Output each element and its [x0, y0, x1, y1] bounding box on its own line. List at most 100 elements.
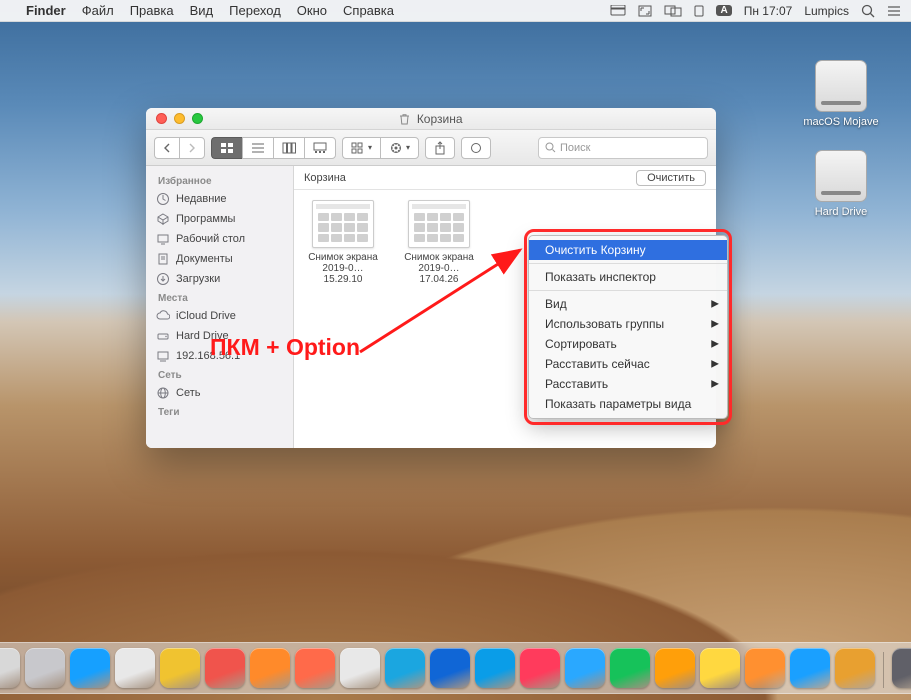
ctx-item-empty-trash[interactable]: Очистить Корзину: [529, 240, 727, 260]
globe-icon: [156, 386, 170, 400]
dock-app[interactable]: [892, 648, 911, 688]
file-name: Снимок экрана: [400, 252, 478, 263]
ctx-item-view[interactable]: Вид▶: [529, 294, 727, 314]
menu-window[interactable]: Окно: [297, 3, 327, 18]
sidebar-item-documents[interactable]: Документы: [146, 249, 293, 269]
ctx-label: Показать параметры вида: [545, 397, 691, 411]
dock-app[interactable]: [295, 648, 335, 688]
view-icons-button[interactable]: [211, 137, 242, 159]
share-button[interactable]: [425, 137, 455, 159]
input-source-badge[interactable]: A: [716, 5, 731, 16]
sidebar-item-apps[interactable]: Программы: [146, 209, 293, 229]
menubar-clock[interactable]: Пн 17:07: [744, 4, 793, 18]
ctx-item-cleanup-now[interactable]: Расставить сейчас ▶: [529, 354, 727, 374]
dock-app[interactable]: [520, 648, 560, 688]
search-icon: [545, 142, 556, 153]
sidebar-section-favorites: Избранное: [146, 172, 293, 189]
sidebar-section-locations: Места: [146, 289, 293, 306]
docs-icon: [156, 252, 170, 266]
nav-back-button[interactable]: [154, 137, 179, 159]
dock-app[interactable]: [835, 648, 875, 688]
dock-app[interactable]: [745, 648, 785, 688]
dock-app[interactable]: [385, 648, 425, 688]
downloads-icon: [156, 272, 170, 286]
search-field[interactable]: Поиск: [538, 137, 708, 159]
view-list-button[interactable]: [242, 137, 273, 159]
dock-app[interactable]: [475, 648, 515, 688]
fullscreen-button[interactable]: [192, 113, 203, 124]
ctx-item-show-inspector[interactable]: Показать инспектор: [529, 267, 727, 287]
tags-button[interactable]: [461, 137, 491, 159]
ctx-label: Расставить сейчас: [545, 357, 650, 371]
display-icon[interactable]: [664, 5, 682, 17]
sidebar-item-recent[interactable]: Недавние: [146, 189, 293, 209]
sidebar-item-icloud[interactable]: iCloud Drive: [146, 306, 293, 326]
dock: [0, 642, 911, 694]
ctx-separator: [529, 263, 727, 264]
arrange-button[interactable]: ▾: [342, 137, 380, 159]
dock-app[interactable]: [250, 648, 290, 688]
dock-app[interactable]: [790, 648, 830, 688]
ctx-label: Использовать группы: [545, 317, 664, 331]
view-columns-button[interactable]: [273, 137, 304, 159]
drive-label: macOS Mojave: [801, 116, 881, 128]
file-item[interactable]: Снимок экрана 2019-0…17.04.26: [400, 200, 478, 285]
disk-status-icon[interactable]: [610, 5, 626, 17]
menu-edit[interactable]: Правка: [130, 3, 174, 18]
notification-center-icon[interactable]: [887, 5, 901, 17]
menu-file[interactable]: Файл: [82, 3, 114, 18]
dock-app[interactable]: [25, 648, 65, 688]
sidebar-section-tags: Теги: [146, 403, 293, 420]
dock-app[interactable]: [700, 648, 740, 688]
drive-label: Hard Drive: [801, 206, 881, 218]
spotlight-icon[interactable]: [861, 4, 875, 18]
menu-help[interactable]: Справка: [343, 3, 394, 18]
dock-app[interactable]: [430, 648, 470, 688]
app-name[interactable]: Finder: [26, 3, 66, 18]
dock-app[interactable]: [565, 648, 605, 688]
menu-view[interactable]: Вид: [190, 3, 214, 18]
minimize-button[interactable]: [174, 113, 185, 124]
dock-app[interactable]: [115, 648, 155, 688]
file-item[interactable]: Снимок экрана 2019-0…15.29.10: [304, 200, 382, 285]
ctx-item-cleanup-by[interactable]: Расставить▶: [529, 374, 727, 394]
ctx-label: Очистить Корзину: [545, 243, 646, 257]
desktop-drive-mojave[interactable]: macOS Mojave: [801, 60, 881, 128]
sidebar-item-downloads[interactable]: Загрузки: [146, 269, 293, 289]
dock-app[interactable]: [0, 648, 20, 688]
dock-app[interactable]: [655, 648, 695, 688]
annotation-text: ПКМ + Option: [210, 334, 360, 361]
nav-forward-button[interactable]: [179, 137, 205, 159]
ctx-item-view-options[interactable]: Показать параметры вида: [529, 394, 727, 414]
desktop-drive-hard[interactable]: Hard Drive: [801, 150, 881, 218]
sidebar-item-label: Сеть: [176, 387, 200, 399]
dock-app[interactable]: [160, 648, 200, 688]
dock-app[interactable]: [610, 648, 650, 688]
sidebar-item-network[interactable]: Сеть: [146, 383, 293, 403]
cloud-icon: [156, 309, 170, 323]
menubar-user[interactable]: Lumpics: [804, 4, 849, 18]
action-button[interactable]: ▾: [380, 137, 419, 159]
ctx-item-sort[interactable]: Сортировать▶: [529, 334, 727, 354]
screenshot-thumb: [312, 200, 374, 248]
ctx-label: Показать инспектор: [545, 270, 656, 284]
sidebar-item-label: Недавние: [176, 193, 227, 205]
sidebar-item-desktop[interactable]: Рабочий стол: [146, 229, 293, 249]
view-gallery-button[interactable]: [304, 137, 336, 159]
ctx-item-use-groups[interactable]: Использовать группы▶: [529, 314, 727, 334]
window-titlebar[interactable]: Корзина: [146, 108, 716, 130]
chevron-right-icon: ▶: [711, 359, 719, 370]
sidebar-item-label: Рабочий стол: [176, 233, 245, 245]
empty-trash-button[interactable]: Очистить: [636, 170, 706, 186]
sidebar-item-label: Программы: [176, 213, 235, 225]
fullscreen-icon[interactable]: [638, 5, 652, 17]
close-button[interactable]: [156, 113, 167, 124]
menu-go[interactable]: Переход: [229, 3, 281, 18]
dock-app[interactable]: [205, 648, 245, 688]
remote-icon[interactable]: [694, 5, 704, 17]
finder-toolbar: ▾ ▾ Поиск: [146, 130, 716, 166]
dock-app[interactable]: [70, 648, 110, 688]
dock-app[interactable]: [340, 648, 380, 688]
chevron-right-icon: ▶: [711, 299, 719, 310]
sidebar-item-label: iCloud Drive: [176, 310, 236, 322]
